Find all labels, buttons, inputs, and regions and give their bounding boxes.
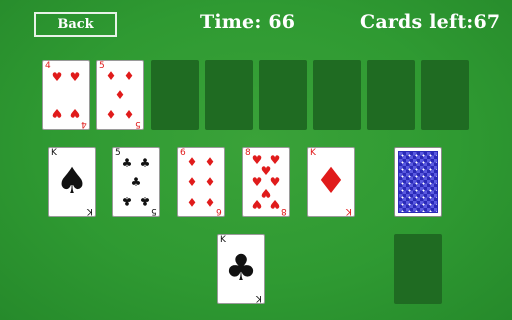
diamond-icon: ♦ bbox=[314, 161, 348, 202]
card-rank: K bbox=[310, 148, 316, 158]
empty-foundation-slot[interactable] bbox=[151, 60, 199, 130]
back-button[interactable]: Back bbox=[34, 12, 117, 37]
heart-pip-icon: ♥ bbox=[69, 106, 81, 120]
empty-foundation-slot[interactable] bbox=[421, 60, 469, 130]
club-pip-icon: ♣ bbox=[121, 156, 133, 170]
diamond-pip-icon: ♦ bbox=[204, 155, 216, 169]
tableau-card-1[interactable]: K ♠ K bbox=[48, 147, 96, 217]
card-rank: 8 bbox=[281, 206, 287, 216]
card-rank: K bbox=[346, 206, 352, 216]
card-rank: 5 bbox=[99, 61, 105, 71]
card-rank: K bbox=[220, 235, 226, 245]
card-rank: K bbox=[256, 293, 262, 303]
heart-pip-icon: ♥ bbox=[51, 106, 63, 120]
club-pip-icon: ♣ bbox=[130, 175, 142, 189]
foundation-card-2[interactable]: 5 ♦ ♦ ♦ ♦ ♦ 5 bbox=[96, 60, 144, 130]
heart-pip-icon: ♥ bbox=[269, 197, 281, 211]
club-pip-icon: ♣ bbox=[121, 194, 133, 208]
club-pip-icon: ♣ bbox=[139, 156, 151, 170]
tableau-card-4[interactable]: 8 ♥ ♥ ♥ ♥ ♥ ♥ ♥ ♥ 8 bbox=[242, 147, 290, 217]
diamond-pip-icon: ♦ bbox=[105, 69, 117, 83]
heart-pip-icon: ♥ bbox=[251, 197, 263, 211]
cards-left-display: Cards left:67 bbox=[360, 11, 501, 33]
card-rank: 8 bbox=[245, 148, 251, 158]
diamond-pip-icon: ♦ bbox=[204, 195, 216, 209]
heart-pip-icon: ♥ bbox=[51, 70, 63, 84]
diamond-pip-icon: ♦ bbox=[123, 69, 135, 83]
card-rank: 6 bbox=[216, 206, 222, 216]
foundation-card-1[interactable]: 4 ♥ ♥ ♥ ♥ 4 bbox=[42, 60, 90, 130]
diamond-pip-icon: ♦ bbox=[123, 107, 135, 121]
card-rank: K bbox=[51, 148, 57, 158]
diamond-pip-icon: ♦ bbox=[186, 175, 198, 189]
diamond-pip-icon: ♦ bbox=[204, 175, 216, 189]
card-rank: 4 bbox=[81, 119, 87, 129]
empty-foundation-slot[interactable] bbox=[313, 60, 361, 130]
card-back-pattern bbox=[398, 151, 438, 213]
empty-foundation-slot[interactable] bbox=[259, 60, 307, 130]
diamond-pip-icon: ♦ bbox=[105, 107, 117, 121]
club-icon: ♣ bbox=[224, 248, 258, 289]
tableau-card-5[interactable]: K ♦ K bbox=[307, 147, 355, 217]
card-rank: 5 bbox=[115, 148, 121, 158]
diamond-pip-icon: ♦ bbox=[186, 195, 198, 209]
stock-pile[interactable] bbox=[394, 147, 442, 217]
diamond-pip-icon: ♦ bbox=[114, 88, 126, 102]
card-rank: 6 bbox=[180, 148, 186, 158]
card-rank: K bbox=[87, 206, 93, 216]
top-bar: Back Time: 66 Cards left:67 bbox=[0, 0, 512, 50]
empty-foundation-slot[interactable] bbox=[367, 60, 415, 130]
heart-pip-icon: ♥ bbox=[69, 70, 81, 84]
club-pip-icon: ♣ bbox=[139, 194, 151, 208]
empty-foundation-slot[interactable] bbox=[205, 60, 253, 130]
time-display: Time: 66 bbox=[200, 11, 296, 33]
empty-waste-slot[interactable] bbox=[394, 234, 442, 304]
spade-icon: ♠ bbox=[55, 161, 89, 202]
reserve-card[interactable]: K ♣ K bbox=[217, 234, 265, 304]
card-rank: 5 bbox=[151, 206, 157, 216]
card-rank: 4 bbox=[45, 61, 51, 71]
card-rank: 5 bbox=[135, 119, 141, 129]
diamond-pip-icon: ♦ bbox=[186, 155, 198, 169]
tableau-card-3[interactable]: 6 ♦ ♦ ♦ ♦ ♦ ♦ 6 bbox=[177, 147, 225, 217]
tableau-card-2[interactable]: 5 ♣ ♣ ♣ ♣ ♣ 5 bbox=[112, 147, 160, 217]
